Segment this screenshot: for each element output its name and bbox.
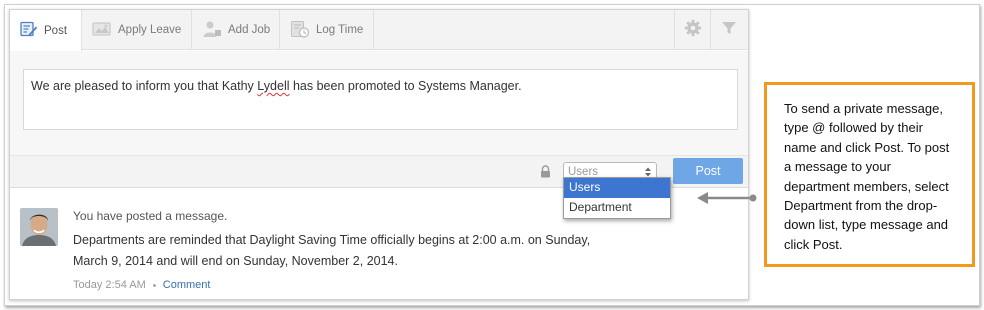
separator-dot bbox=[152, 283, 156, 287]
post-edit-icon bbox=[20, 21, 38, 40]
compose-area: We are pleased to inform you that Kathy … bbox=[10, 51, 748, 155]
settings-button[interactable] bbox=[674, 10, 710, 50]
callout-text: To send a private message, type @ follow… bbox=[784, 101, 950, 252]
lock-icon bbox=[540, 165, 551, 183]
post-button[interactable]: Post bbox=[673, 158, 743, 184]
filter-button[interactable] bbox=[710, 10, 746, 50]
feed-item-title: You have posted a message. bbox=[73, 209, 228, 223]
feed-item-time: Today 2:54 AM bbox=[73, 279, 146, 291]
audience-dropdown: Users Department bbox=[563, 177, 671, 219]
log-time-icon bbox=[290, 20, 310, 41]
avatar bbox=[20, 208, 58, 246]
leave-icon bbox=[92, 21, 112, 40]
feed-widget: Post Apply Leave Add Job Log Time We are… bbox=[9, 9, 749, 300]
feed-item-body: Departments are reminded that Daylight S… bbox=[73, 233, 591, 268]
feed-item-meta: Today 2:54 AM Comment bbox=[73, 279, 210, 291]
message-input[interactable]: We are pleased to inform you that Kathy … bbox=[23, 69, 738, 130]
tab-apply-leave[interactable]: Apply Leave bbox=[82, 10, 192, 50]
gear-icon bbox=[684, 19, 702, 42]
add-job-icon bbox=[202, 20, 222, 41]
tab-post-label: Post bbox=[44, 24, 68, 37]
tab-apply-leave-label: Apply Leave bbox=[118, 24, 182, 36]
callout-arrow-icon bbox=[696, 190, 758, 211]
tab-log-time[interactable]: Log Time bbox=[280, 10, 374, 50]
dropdown-option-department[interactable]: Department bbox=[564, 198, 670, 218]
message-text-end: has been promoted to Systems Manager. bbox=[289, 79, 522, 93]
instruction-callout: To send a private message, type @ follow… bbox=[764, 82, 975, 267]
tab-bar: Post Apply Leave Add Job Log Time bbox=[10, 10, 748, 51]
message-text-start: We are pleased to inform you that Kathy bbox=[31, 79, 258, 93]
dropdown-option-users[interactable]: Users bbox=[564, 178, 670, 198]
misspelled-word: Lydell bbox=[257, 79, 290, 93]
tab-add-job-label: Add Job bbox=[228, 24, 271, 36]
filter-icon bbox=[721, 20, 737, 41]
tab-log-time-label: Log Time bbox=[316, 24, 364, 36]
tab-post[interactable]: Post bbox=[10, 10, 82, 51]
tab-add-job[interactable]: Add Job bbox=[192, 10, 280, 50]
comment-link[interactable]: Comment bbox=[163, 279, 211, 291]
